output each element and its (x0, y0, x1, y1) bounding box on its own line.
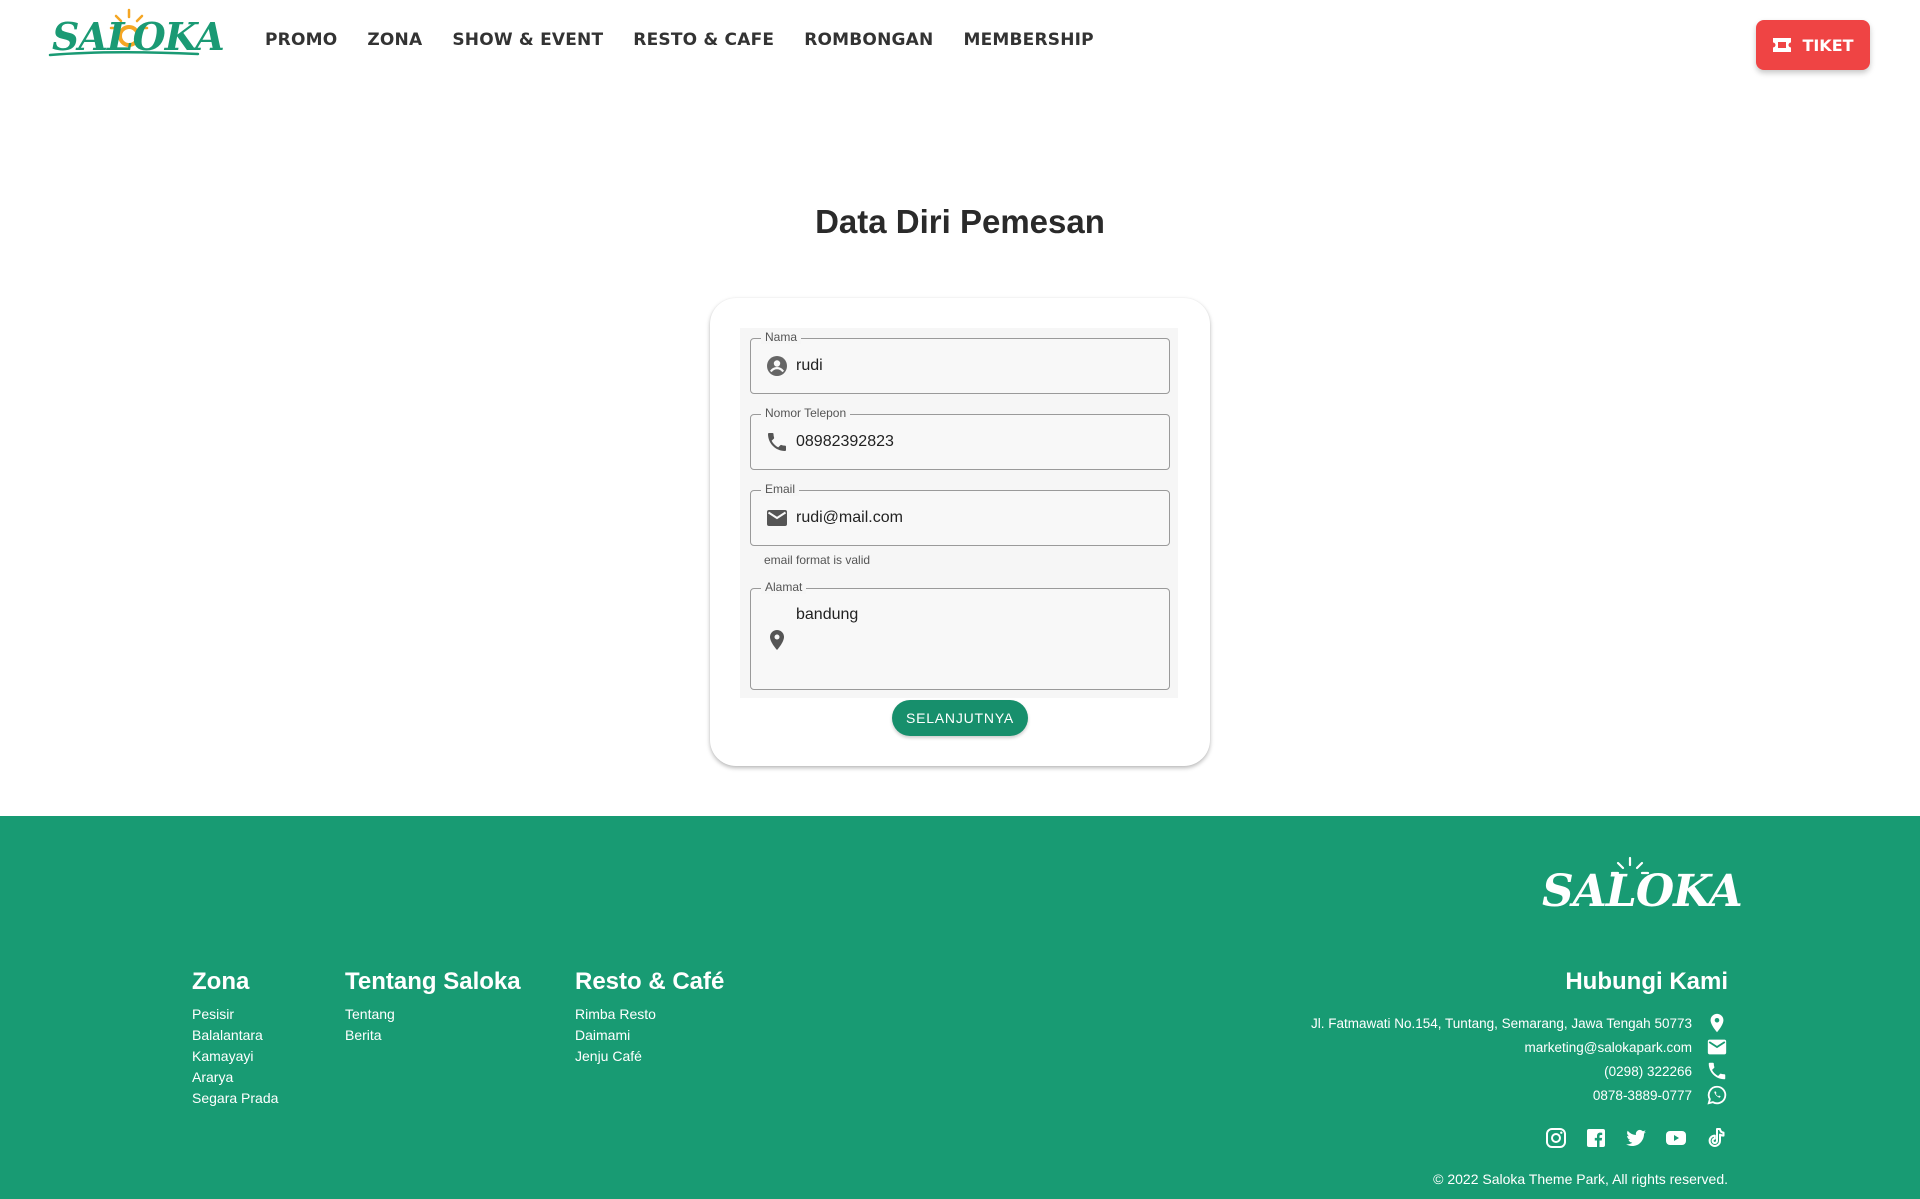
account-circle-icon (767, 356, 787, 376)
nav-show-event[interactable]: SHOW & EVENT (452, 30, 603, 50)
nav-membership[interactable]: MEMBERSHIP (963, 30, 1093, 50)
footer-link-segara-prada[interactable]: Segara Prada (192, 1088, 278, 1109)
footer-link-daimami[interactable]: Daimami (575, 1025, 724, 1046)
page-title: Data Diri Pemesan (815, 203, 1105, 240)
contact-phone-text[interactable]: (0298) 322266 (1604, 1064, 1692, 1079)
contact-title: Hubungi Kami (1565, 968, 1728, 995)
nama-label: Nama (761, 330, 802, 344)
site-footer: SALOKA Zona Pesisir Balalantara Kamayayi… (0, 816, 1920, 1199)
mail-icon (1707, 1039, 1727, 1055)
footer-link-kamayayi[interactable]: Kamayayi (192, 1046, 278, 1067)
nav-rombongan[interactable]: ROMBONGAN (804, 30, 933, 50)
footer-link-tentang[interactable]: Tentang (345, 1004, 521, 1025)
youtube-icon[interactable] (1664, 1126, 1688, 1150)
ticket-label: TIKET (1802, 35, 1854, 55)
logo-underline (48, 50, 200, 57)
nama-input[interactable]: rudi (796, 357, 823, 375)
main-nav: PROMO ZONA SHOW & EVENT RESTO & CAFE ROM… (265, 30, 1124, 50)
whatsapp-icon (1707, 1085, 1727, 1105)
footer-tentang-column: Tentang Saloka Tentang Berita (345, 968, 521, 1046)
footer-tentang-title: Tentang Saloka (345, 968, 521, 995)
site-header: SALOKA PROMO ZONA SHOW & EVENT RESTO & C… (0, 0, 1920, 84)
phone-icon (1708, 1062, 1726, 1080)
footer-resto-column: Resto & Café Rimba Resto Daimami Jenju C… (575, 968, 724, 1067)
contact-whatsapp-text[interactable]: 0878-3889-0777 (1593, 1088, 1692, 1103)
phone-icon (768, 433, 786, 451)
nav-zona[interactable]: ZONA (367, 30, 422, 50)
email-helper-text: email format is valid (764, 553, 871, 567)
nav-promo[interactable]: PROMO (265, 30, 337, 50)
footer-zona-title: Zona (192, 968, 250, 995)
ticket-button[interactable]: TIKET (1756, 20, 1870, 70)
copyright-text: © 2022 Saloka Theme Park, All rights res… (1433, 1171, 1728, 1187)
email-label: Email (761, 482, 800, 496)
location-pin-icon (1710, 1013, 1724, 1033)
contact-email[interactable]: marketing@salokapark.com (1524, 1036, 1728, 1058)
email-field[interactable]: Email rudi@mail.com (750, 482, 1170, 546)
phone-label: Nomor Telepon (761, 406, 851, 420)
address-label: Alamat (761, 580, 807, 594)
address-input[interactable]: bandung (796, 606, 858, 624)
twitter-icon[interactable] (1624, 1126, 1648, 1150)
location-pin-icon (770, 630, 784, 650)
footer-link-jenju-cafe[interactable]: Jenju Café (575, 1046, 724, 1067)
contact-address: Jl. Fatmawati No.154, Tuntang, Semarang,… (1311, 1012, 1728, 1034)
next-button[interactable]: SELANJUTNYA (892, 700, 1028, 736)
contact-whatsapp[interactable]: 0878-3889-0777 (1593, 1084, 1728, 1106)
booking-form-card: Nama rudi Nomor Telepon 08982392823 Emai… (710, 298, 1210, 766)
contact-address-text: Jl. Fatmawati No.154, Tuntang, Semarang,… (1311, 1015, 1692, 1031)
social-links (1544, 1126, 1728, 1150)
footer-link-ararya[interactable]: Ararya (192, 1067, 278, 1088)
contact-phone[interactable]: (0298) 322266 (1604, 1060, 1728, 1082)
facebook-icon[interactable] (1584, 1126, 1608, 1150)
footer-logo-text: SALOKA (1542, 866, 1743, 917)
tiktok-icon[interactable] (1704, 1126, 1728, 1150)
ticket-icon (1773, 38, 1792, 52)
phone-input[interactable]: 08982392823 (796, 433, 894, 451)
nav-resto-cafe[interactable]: RESTO & CAFE (633, 30, 774, 50)
footer-link-pesisir[interactable]: Pesisir (192, 1004, 278, 1025)
footer-link-rimba-resto[interactable]: Rimba Resto (575, 1004, 724, 1025)
instagram-icon[interactable] (1544, 1126, 1568, 1150)
contact-email-text[interactable]: marketing@salokapark.com (1524, 1040, 1692, 1055)
nama-field[interactable]: Nama rudi (750, 330, 1170, 394)
mail-icon (767, 510, 787, 526)
footer-resto-title: Resto & Café (575, 968, 725, 995)
footer-logo[interactable]: SALOKA (1540, 856, 1743, 920)
saloka-logo[interactable]: SALOKA (48, 8, 225, 59)
footer-link-balalantara[interactable]: Balalantara (192, 1025, 278, 1046)
address-field[interactable]: Alamat bandung (750, 580, 1170, 690)
footer-zona-column: Zona Pesisir Balalantara Kamayayi Ararya… (192, 968, 278, 1109)
phone-field[interactable]: Nomor Telepon 08982392823 (750, 406, 1170, 470)
footer-link-berita[interactable]: Berita (345, 1025, 521, 1046)
form-area: Nama rudi Nomor Telepon 08982392823 Emai… (740, 328, 1178, 698)
email-input[interactable]: rudi@mail.com (796, 509, 903, 527)
